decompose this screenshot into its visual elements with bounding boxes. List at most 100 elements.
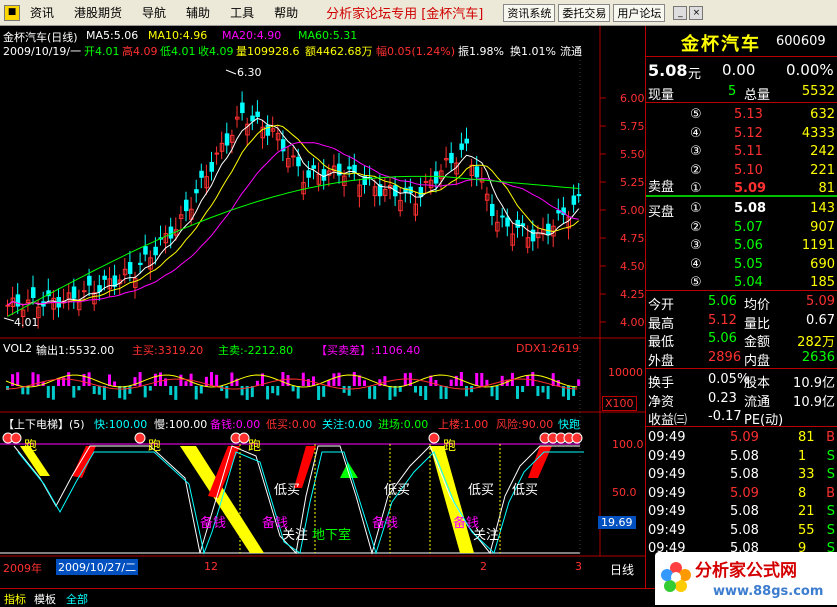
candle-body <box>311 165 316 169</box>
ask-volume: 221 <box>810 162 835 178</box>
ask-price: 5.10 <box>734 162 763 178</box>
candle-body <box>321 169 327 181</box>
tick-volume: 55 <box>798 522 815 538</box>
candle-body <box>102 275 107 280</box>
y-tick: 5.25 <box>620 176 645 189</box>
candle-body <box>546 223 551 236</box>
period-label[interactable]: 日线 <box>610 561 634 578</box>
stat-label: 金额 <box>744 335 771 350</box>
app-icon[interactable]: ■ <box>4 4 20 21</box>
bid-price: 5.07 <box>734 219 763 235</box>
trade-button[interactable]: 委托交易 <box>558 3 611 22</box>
tick-time: 09:49 <box>648 467 686 482</box>
stat-value: 5.12 <box>708 312 737 328</box>
candle-body <box>168 226 174 239</box>
menu-item-hk-futures[interactable]: 港股期货 <box>64 4 132 21</box>
ask-volume: 81 <box>818 181 835 196</box>
candle-body <box>347 166 352 170</box>
candle-body <box>306 170 311 178</box>
stat-label: 内盘 <box>744 353 771 369</box>
bid-level: ② <box>690 219 702 235</box>
ask-level: ⑤ <box>690 107 702 122</box>
ask-row: ② 5.10 221 <box>646 162 837 180</box>
stat-label: 今开 <box>648 298 675 313</box>
ask-level: ② <box>690 162 702 178</box>
fund-label: 收益㈢ <box>648 413 688 428</box>
logo-title: 分析家公式网 <box>695 561 797 581</box>
vol-bar <box>113 381 117 386</box>
vol-bar <box>194 386 198 400</box>
dixiashi-label: 地下室 <box>312 528 352 543</box>
ask-row: ⑤ 5.13 632 <box>646 106 837 124</box>
info-close: 收4.09 <box>198 45 234 58</box>
vol-bar <box>475 373 479 386</box>
candle-body <box>449 152 454 164</box>
chart-area[interactable]: 金杯汽车(日线) MA5:5.06 MA10:4.96 MA20:4.90 MA… <box>0 26 645 588</box>
vol-bar <box>495 386 499 400</box>
chart-canvas[interactable] <box>0 26 645 588</box>
ladder-fast: 快:100.00 <box>94 418 148 431</box>
candle-body <box>153 246 158 256</box>
stat-value: 5.06 <box>708 294 737 309</box>
vol-bar <box>271 386 275 394</box>
ladder-dibuy: 低买:0.00 <box>266 418 317 431</box>
date-tick: 2 <box>480 560 487 573</box>
vol-ddx: DDX1:2619 <box>516 342 580 355</box>
ladder-cursor-value: 19.69 <box>598 516 636 529</box>
vol-bar <box>210 372 213 386</box>
now-vol-label: 现量 <box>648 88 675 103</box>
fund-label: 净资 <box>648 394 675 410</box>
ladder-bei: 备钱:0.00 <box>210 418 261 431</box>
vol-bar <box>281 372 285 386</box>
vol-ytop: 10000 <box>608 366 643 379</box>
menu-item-tools[interactable]: 工具 <box>220 4 264 21</box>
candle-body <box>194 189 199 194</box>
y-tick: 4.75 <box>620 232 645 245</box>
stat-row: 最高 5.12 量比 0.67 <box>646 312 837 332</box>
minimize-icon[interactable]: _ <box>673 5 688 20</box>
bid-price: 5.04 <box>734 275 763 290</box>
bid-level: ⑤ <box>690 275 702 290</box>
ask-volume: 632 <box>810 107 835 122</box>
beiqian-label: 备钱 <box>200 516 227 531</box>
stat-row: 最低 5.06 金额 282万 <box>646 330 837 350</box>
candle-body <box>433 171 439 184</box>
vol-unit: X100 <box>602 396 637 411</box>
info-amplitude: 振1.98% <box>458 45 504 58</box>
vol-bar <box>368 386 372 399</box>
menu-item-nav[interactable]: 导航 <box>132 4 176 21</box>
pao-label: 跑 <box>248 439 262 454</box>
low-marker-line <box>3 317 15 322</box>
tick-direction: B <box>826 485 835 501</box>
candle-body <box>214 152 220 155</box>
menu-item-assist[interactable]: 辅助 <box>176 4 220 21</box>
candle-body <box>15 294 21 307</box>
vol-bar <box>230 372 234 386</box>
fund-value: 10.9亿 <box>793 394 835 410</box>
candle-body <box>127 262 133 274</box>
stat-value: 2636 <box>801 349 835 365</box>
vol-bar <box>92 386 96 394</box>
pao-label: 跑 <box>148 439 162 454</box>
vol-bar <box>138 372 142 386</box>
stat-value: 5.06 <box>708 331 737 346</box>
y-tick: 5.50 <box>620 148 645 161</box>
menu-item-help[interactable]: 帮助 <box>264 4 308 21</box>
vol-title: VOL2 <box>3 342 33 355</box>
forum-button[interactable]: 用户论坛 <box>613 3 666 22</box>
vol-bar <box>240 386 244 396</box>
candle-body <box>224 133 230 146</box>
vol-bar <box>332 373 336 386</box>
stat-value: 0.67 <box>806 312 835 328</box>
ladder-kuaipao: 快跑 <box>558 418 580 431</box>
close-icon[interactable]: × <box>689 5 704 20</box>
y-tick: 4.25 <box>620 288 645 301</box>
news-system-button[interactable]: 资讯系统 <box>503 3 556 22</box>
bid-volume: 1191 <box>801 238 835 253</box>
menu-item-news[interactable]: 资讯 <box>20 4 64 21</box>
fund-label: PE(动) <box>744 413 784 428</box>
ladder-up: 上楼:1.00 <box>438 418 489 431</box>
tick-time: 09:49 <box>648 522 686 538</box>
info-amount: 额4462.68万 <box>305 45 373 58</box>
vol-bar <box>317 386 321 400</box>
